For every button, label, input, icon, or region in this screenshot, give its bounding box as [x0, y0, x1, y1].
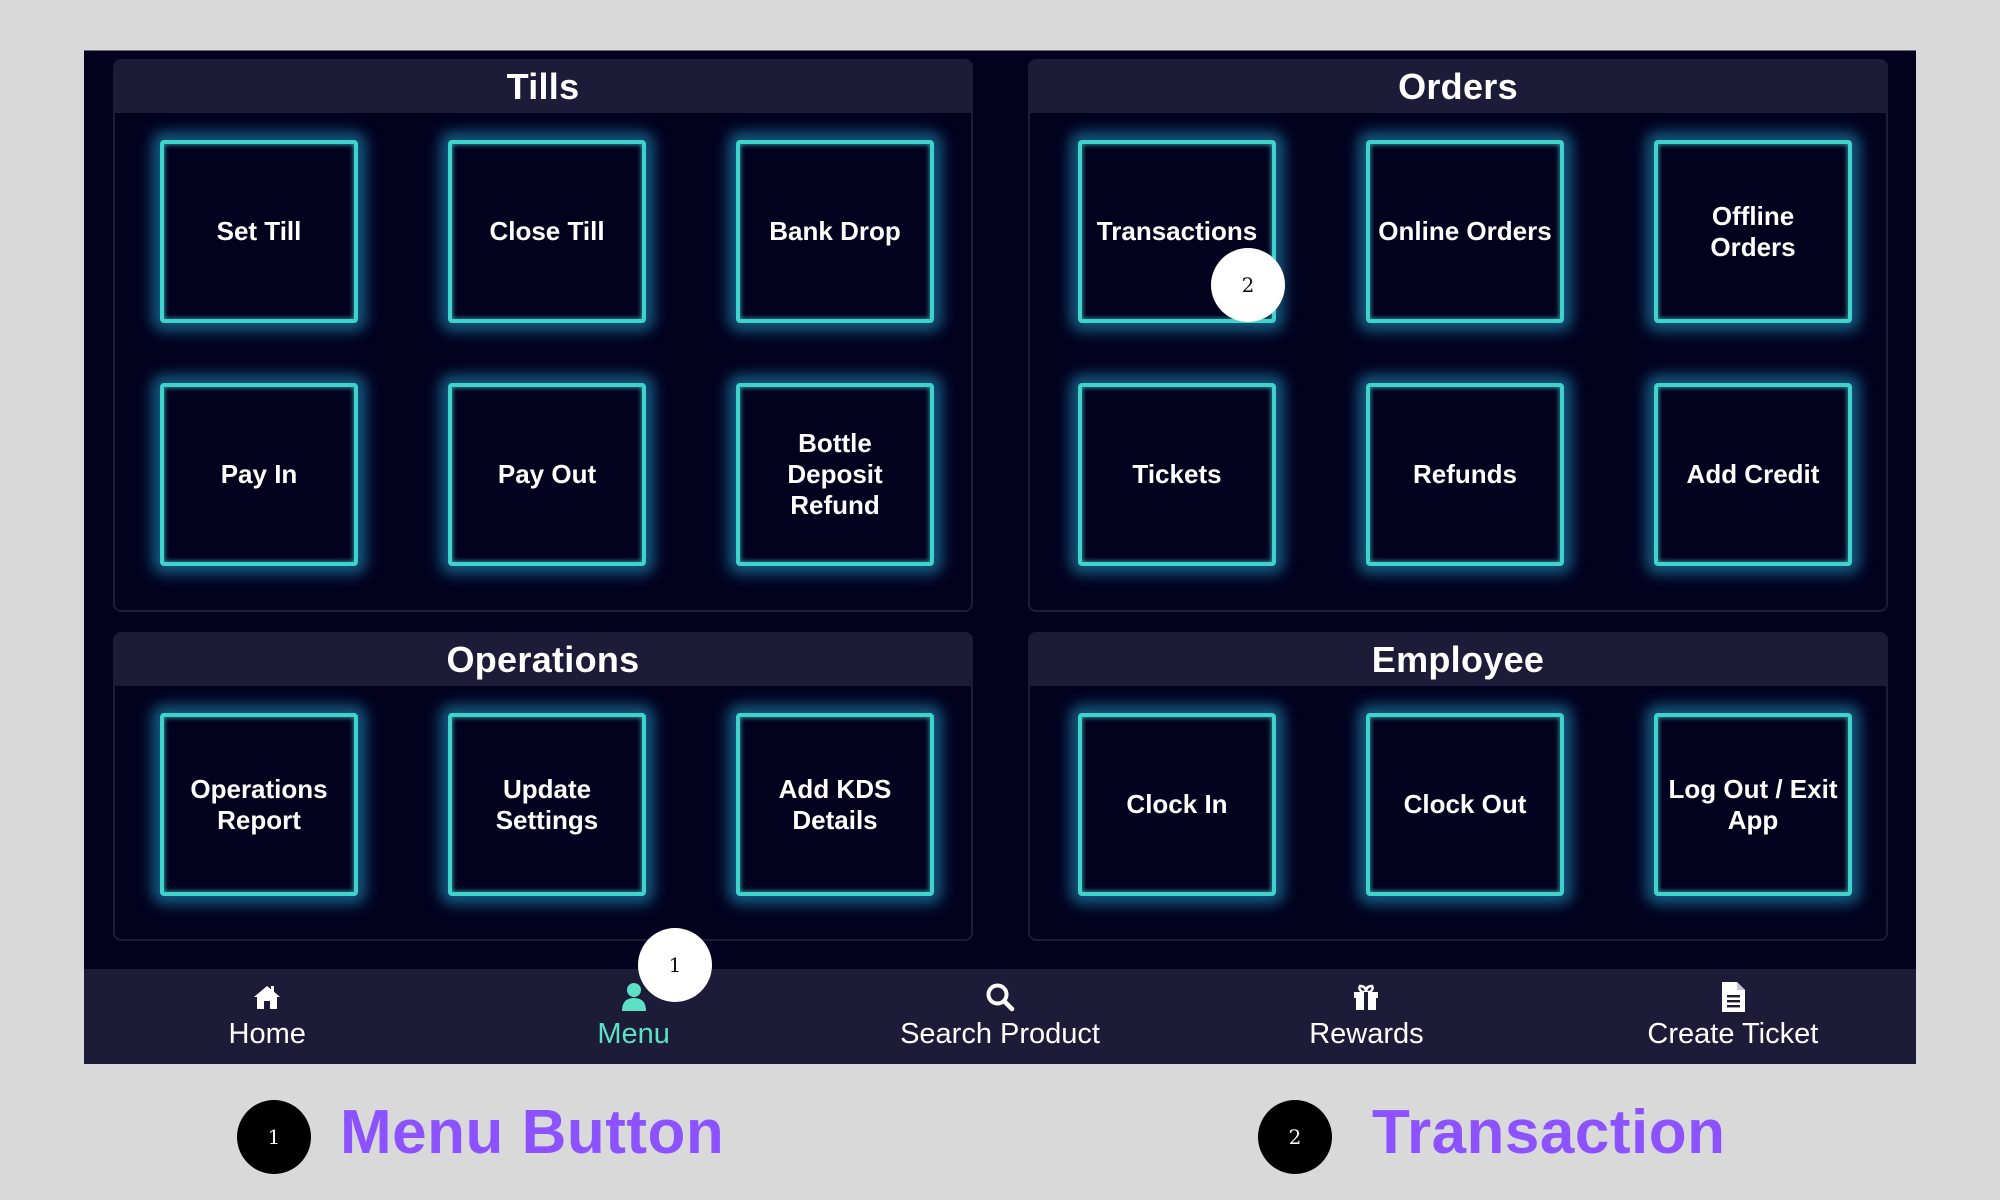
operations-report-button[interactable]: Operations Report: [160, 713, 358, 896]
document-icon: [1718, 982, 1748, 1012]
clock-out-button[interactable]: Clock Out: [1366, 713, 1564, 896]
close-till-button[interactable]: Close Till: [448, 140, 646, 323]
legend-number-1: 1: [237, 1100, 311, 1174]
search-icon: [985, 982, 1015, 1012]
panel-orders: Orders Transactions Online Orders Offlin…: [1028, 59, 1888, 612]
nav-label: Search Product: [900, 1018, 1100, 1050]
annotation-marker-transactions: 2: [1211, 248, 1285, 322]
nav-item-rewards[interactable]: Rewards: [1183, 969, 1549, 1064]
pay-out-button[interactable]: Pay Out: [448, 383, 646, 566]
pos-menu-screen: Tills Set Till Close Till Bank Drop Pay …: [84, 50, 1916, 1064]
gift-icon: [1351, 982, 1381, 1012]
pay-in-button[interactable]: Pay In: [160, 383, 358, 566]
annotation-marker-menu: 1: [638, 928, 712, 1002]
bank-drop-button[interactable]: Bank Drop: [736, 140, 934, 323]
panel-operations: Operations Operations Report Update Sett…: [113, 632, 973, 941]
bottle-deposit-refund-button[interactable]: Bottle Deposit Refund: [736, 383, 934, 566]
update-settings-button[interactable]: Update Settings: [448, 713, 646, 896]
panel-title: Orders: [1030, 61, 1886, 113]
panel-title: Operations: [115, 634, 971, 686]
online-orders-button[interactable]: Online Orders: [1366, 140, 1564, 323]
panel-employee: Employee Clock In Clock Out Log Out / Ex…: [1028, 632, 1888, 941]
nav-label: Rewards: [1309, 1018, 1424, 1050]
legend-label-menu-button: Menu Button: [340, 1098, 725, 1167]
add-kds-details-button[interactable]: Add KDS Details: [736, 713, 934, 896]
nav-item-menu[interactable]: Menu: [450, 969, 816, 1064]
log-out-exit-app-button[interactable]: Log Out / Exit App: [1654, 713, 1852, 896]
clock-in-button[interactable]: Clock In: [1078, 713, 1276, 896]
legend-label-transaction: Transaction: [1372, 1098, 1726, 1167]
nav-item-search-product[interactable]: Search Product: [817, 969, 1183, 1064]
nav-item-create-ticket[interactable]: Create Ticket: [1550, 969, 1916, 1064]
refunds-button[interactable]: Refunds: [1366, 383, 1564, 566]
nav-item-home[interactable]: Home: [84, 969, 450, 1064]
panel-title: Employee: [1030, 634, 1886, 686]
nav-label: Create Ticket: [1647, 1018, 1819, 1050]
set-till-button[interactable]: Set Till: [160, 140, 358, 323]
legend-number-2: 2: [1258, 1100, 1332, 1174]
panel-tills: Tills Set Till Close Till Bank Drop Pay …: [113, 59, 973, 612]
add-credit-button[interactable]: Add Credit: [1654, 383, 1852, 566]
tickets-button[interactable]: Tickets: [1078, 383, 1276, 566]
bottom-navbar: Home Menu Search Product Rewards Create …: [84, 969, 1916, 1064]
home-icon: [252, 982, 282, 1012]
panel-title: Tills: [115, 61, 971, 113]
nav-label: Menu: [597, 1018, 670, 1050]
nav-label: Home: [228, 1018, 306, 1050]
offline-orders-button[interactable]: Offline Orders: [1654, 140, 1852, 323]
